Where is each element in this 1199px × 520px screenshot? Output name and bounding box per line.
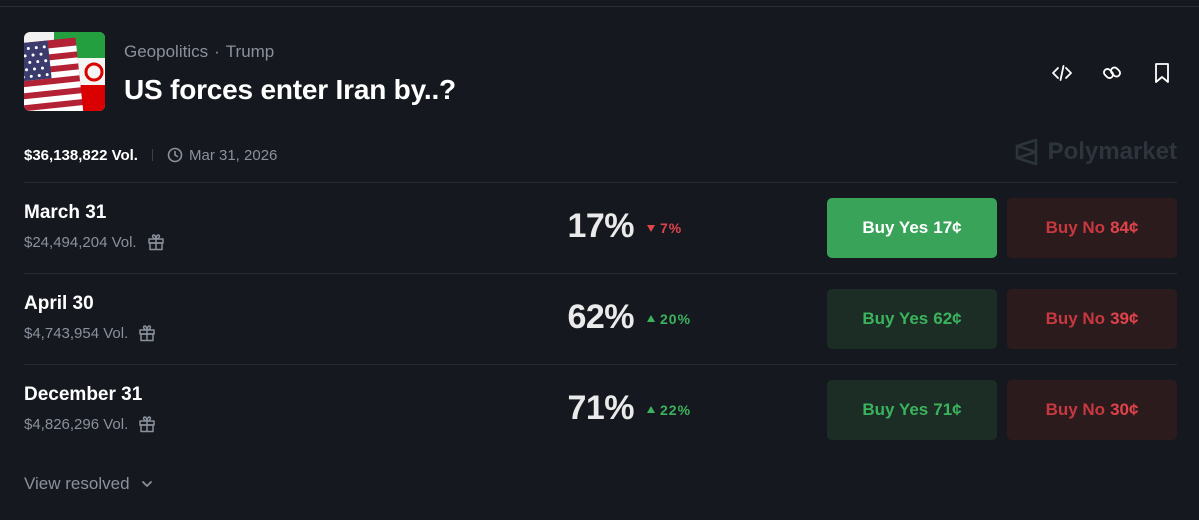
chevron-down-icon bbox=[141, 481, 152, 487]
outcome-row: April 30 $4,743,954 Vol. 62% 20% Buy Yes… bbox=[24, 273, 1177, 364]
market-thumbnail-flags bbox=[24, 32, 105, 111]
outcome-row: March 31 $24,494,204 Vol. 17% 7% Buy Yes… bbox=[24, 182, 1177, 273]
buy-no-label: Buy No bbox=[1045, 400, 1106, 419]
outcome-volume: $4,826,296 Vol. bbox=[24, 415, 156, 433]
meta-divider bbox=[151, 149, 153, 161]
buy-yes-button[interactable]: Buy Yes 71¢ bbox=[827, 380, 997, 440]
gift-icon[interactable] bbox=[138, 324, 156, 342]
breadcrumb-tag[interactable]: Trump bbox=[226, 42, 275, 61]
probability-change: 7% bbox=[646, 220, 682, 236]
bookmark-icon[interactable] bbox=[1149, 60, 1175, 86]
buy-no-button[interactable]: Buy No 39¢ bbox=[1007, 289, 1177, 349]
triangle-up-icon bbox=[647, 315, 655, 322]
buy-yes-label: Buy Yes bbox=[862, 400, 929, 419]
polymarket-logo-icon bbox=[1015, 138, 1037, 166]
end-date-text: Mar 31, 2026 bbox=[188, 146, 278, 164]
outcome-probability: 71% bbox=[567, 389, 634, 427]
breadcrumb-separator: · bbox=[214, 42, 220, 61]
buy-yes-label: Buy Yes bbox=[862, 218, 929, 237]
buy-no-button[interactable]: Buy No 30¢ bbox=[1007, 380, 1177, 440]
breadcrumb: Geopolitics · Trump bbox=[124, 42, 274, 62]
buy-no-button[interactable]: Buy No 84¢ bbox=[1007, 198, 1177, 258]
buy-no-label: Buy No bbox=[1045, 218, 1106, 237]
probability-change-value: 22% bbox=[660, 402, 692, 418]
view-resolved-label: View resolved bbox=[24, 474, 130, 493]
outcome-volume-text: $4,743,954 Vol. bbox=[24, 324, 129, 342]
polymarket-watermark: Polymarket bbox=[1014, 138, 1177, 166]
buy-yes-button[interactable]: Buy Yes 62¢ bbox=[827, 289, 997, 349]
outcome-volume: $24,494,204 Vol. bbox=[24, 233, 165, 251]
triangle-up-icon bbox=[647, 406, 655, 413]
clock-icon bbox=[167, 147, 183, 163]
outcome-probability: 62% bbox=[567, 298, 634, 336]
buy-yes-label: Buy Yes bbox=[862, 309, 929, 328]
buy-no-price: 39¢ bbox=[1110, 309, 1139, 328]
page-title: US forces enter Iran by..? bbox=[124, 74, 456, 105]
header-actions bbox=[1049, 60, 1175, 86]
outcome-label[interactable]: December 31 bbox=[24, 384, 142, 406]
buy-no-price: 30¢ bbox=[1110, 400, 1139, 419]
total-volume: $36,138,822 Vol. bbox=[24, 146, 138, 164]
code-icon[interactable] bbox=[1049, 60, 1075, 86]
probability-change: 22% bbox=[646, 402, 691, 418]
probability-change: 20% bbox=[646, 311, 691, 327]
brand-name: Polymarket bbox=[1047, 138, 1177, 165]
outcome-volume-text: $24,494,204 Vol. bbox=[24, 233, 137, 251]
buy-yes-price: 17¢ bbox=[933, 218, 962, 237]
buy-no-label: Buy No bbox=[1045, 309, 1106, 328]
outcome-volume-text: $4,826,296 Vol. bbox=[24, 415, 129, 433]
outcome-volume: $4,743,954 Vol. bbox=[24, 324, 156, 342]
outcome-label[interactable]: March 31 bbox=[24, 202, 106, 224]
top-divider bbox=[0, 6, 1199, 7]
outcome-row: December 31 $4,826,296 Vol. 71% 22% Buy … bbox=[24, 364, 1177, 455]
buy-yes-price: 62¢ bbox=[933, 309, 962, 328]
probability-change-value: 20% bbox=[660, 311, 692, 327]
gift-icon[interactable] bbox=[147, 233, 165, 251]
market-meta: $36,138,822 Vol. Mar 31, 2026 bbox=[24, 144, 277, 166]
market-header: Geopolitics · Trump US forces enter Iran b… bbox=[24, 32, 1175, 112]
buy-yes-price: 71¢ bbox=[933, 400, 962, 419]
buy-no-price: 84¢ bbox=[1110, 218, 1139, 237]
breadcrumb-category[interactable]: Geopolitics bbox=[124, 42, 208, 61]
outcome-label[interactable]: April 30 bbox=[24, 293, 94, 315]
outcome-probability: 17% bbox=[567, 207, 634, 245]
link-icon[interactable] bbox=[1099, 60, 1125, 86]
end-date: Mar 31, 2026 bbox=[167, 147, 277, 164]
view-resolved-toggle[interactable]: View resolved bbox=[24, 474, 154, 494]
probability-change-value: 7% bbox=[660, 220, 683, 236]
buy-yes-button[interactable]: Buy Yes 17¢ bbox=[827, 198, 997, 258]
gift-icon[interactable] bbox=[138, 415, 156, 433]
triangle-down-icon bbox=[647, 225, 655, 232]
